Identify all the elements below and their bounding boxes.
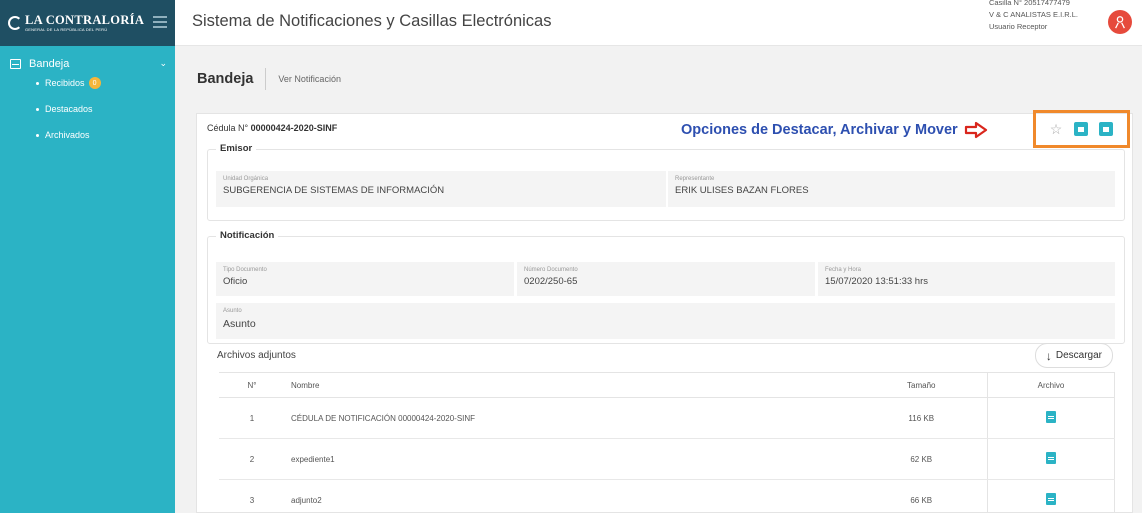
star-icon[interactable]: ☆ — [1050, 121, 1063, 138]
breadcrumb-current: Ver Notificación — [278, 74, 341, 84]
attachments-title: Archivos adjuntos — [217, 350, 296, 361]
field-value: ERIK ULISES BAZAN FLORES — [675, 185, 809, 196]
col-header-name: Nombre — [285, 372, 856, 398]
cell-file — [987, 397, 1115, 439]
field-label: Asunto — [223, 308, 242, 314]
emisor-legend: Emisor — [216, 143, 257, 154]
sidebar-item-label: Archivados — [45, 130, 90, 140]
download-button[interactable]: ↓ Descargar — [1034, 343, 1113, 368]
file-icon[interactable] — [1046, 411, 1056, 423]
options-annotation: Opciones de Destacar, Archivar y Mover — [681, 121, 988, 139]
numero-documento-field: Número Documento 0202/250-65 — [517, 262, 815, 296]
field-value: Asunto — [223, 318, 256, 330]
logo[interactable]: LA CONTRALORÍA GENERAL DE LA REPÚBLICA D… — [25, 12, 145, 33]
sidebar-section-bandeja[interactable]: Bandeja ⌄ — [0, 46, 175, 70]
menu-toggle-icon[interactable] — [153, 16, 167, 31]
file-icon[interactable] — [1046, 452, 1056, 464]
sidebar-section-label: Bandeja — [29, 58, 70, 70]
cedula-prefix: Cédula N° — [207, 123, 249, 133]
bullet-icon — [36, 81, 39, 85]
fecha-hora-field: Fecha y Hora 15/07/2020 13:51:33 hrs — [818, 262, 1115, 296]
field-value: Oficio — [223, 276, 248, 287]
table-header-row: N° Nombre Tamaño Archivo — [219, 372, 1115, 398]
user-company: V & C ANALISTAS E.I.R.L. — [988, 10, 1078, 19]
cedula-value: 00000424-2020-SINF — [250, 123, 338, 133]
user-role: Usuario Receptor — [988, 22, 1048, 31]
chevron-down-icon: ⌄ — [159, 58, 167, 68]
cell-number: 2 — [219, 438, 285, 480]
cell-size: 62 KB — [855, 438, 988, 480]
user-info: Casilla N° 20517477479 V & C ANALISTAS E… — [989, 0, 1078, 33]
emisor-section: Emisor Unidad Orgánica SUBGERENCIA DE SI… — [207, 143, 1125, 221]
notificacion-section: Notificación Tipo Documento Oficio Númer… — [207, 230, 1125, 344]
attachments-table: N° Nombre Tamaño Archivo 1 CÉDULA DE NOT… — [219, 372, 1115, 513]
download-icon: ↓ — [1045, 348, 1052, 363]
user-casilla: Casilla N° 20517477479 — [988, 0, 1070, 7]
bullet-icon — [36, 133, 39, 137]
annotation-text: Opciones de Destacar, Archivar y Mover — [681, 122, 958, 138]
cedula-number: Cédula N° 00000424-2020-SINF — [207, 123, 337, 133]
field-value: 15/07/2020 13:51:33 hrs — [825, 276, 929, 287]
table-row: 3 adjunto2 66 KB — [219, 479, 1115, 513]
file-icon[interactable] — [1046, 493, 1056, 505]
cell-size: 116 KB — [855, 397, 988, 439]
app-title: Sistema de Notificaciones y Casillas Ele… — [192, 12, 552, 30]
inbox-icon — [10, 59, 21, 69]
cell-name: adjunto2 — [285, 479, 856, 513]
breadcrumb: Bandeja Ver Notificación — [197, 68, 341, 90]
sidebar-item-archivados[interactable]: Archivados — [0, 122, 175, 148]
page-title: Bandeja — [197, 68, 267, 90]
tipo-documento-field: Tipo Documento Oficio — [216, 262, 514, 296]
sidebar: LA CONTRALORÍA GENERAL DE LA REPÚBLICA D… — [0, 0, 175, 513]
field-value: SUBGERENCIA DE SISTEMAS DE INFORMACIÓN — [223, 185, 445, 196]
logo-icon — [8, 16, 22, 30]
sidebar-item-label: Recibidos — [45, 78, 85, 88]
field-label: Tipo Documento — [223, 267, 267, 273]
arrow-right-icon — [964, 121, 987, 139]
cell-file — [987, 479, 1115, 513]
asunto-field: Asunto Asunto — [216, 303, 1115, 339]
count-badge: 0 — [88, 77, 101, 89]
field-label: Número Documento — [524, 267, 578, 273]
field-label: Representante — [675, 176, 715, 182]
bullet-icon — [36, 107, 39, 111]
field-label: Unidad Orgánica — [223, 176, 269, 182]
col-header-number: N° — [219, 372, 285, 398]
sidebar-item-label: Destacados — [45, 104, 93, 114]
col-header-file: Archivo — [987, 372, 1115, 398]
logo-title: LA CONTRALORÍA — [25, 12, 145, 27]
cell-name: expediente1 — [285, 438, 856, 480]
archive-icon[interactable] — [1099, 122, 1114, 136]
notification-card: Cédula N° 00000424-2020-SINF Opciones de… — [196, 110, 1133, 513]
notificacion-legend: Notificación — [216, 230, 279, 241]
logo-bar: LA CONTRALORÍA GENERAL DE LA REPÚBLICA D… — [0, 0, 175, 46]
table-row: 1 CÉDULA DE NOTIFICACIÓN 00000424-2020-S… — [219, 397, 1115, 439]
cell-number: 3 — [219, 479, 285, 513]
user-avatar[interactable] — [1108, 10, 1132, 34]
sidebar-item-destacados[interactable]: Destacados — [0, 96, 175, 122]
logo-subtitle: GENERAL DE LA REPÚBLICA DEL PERÚ — [25, 26, 108, 32]
cell-name: CÉDULA DE NOTIFICACIÓN 00000424-2020-SIN… — [285, 397, 856, 439]
cell-number: 1 — [219, 397, 285, 439]
cell-size: 66 KB — [855, 479, 988, 513]
sidebar-item-recibidos[interactable]: Recibidos 0 — [0, 70, 175, 96]
download-label: Descargar — [1055, 350, 1102, 361]
user-icon — [1115, 16, 1125, 29]
move-icon[interactable] — [1073, 122, 1088, 136]
table-row: 2 expediente1 62 KB — [219, 438, 1115, 480]
representante-field: Representante ERIK ULISES BAZAN FLORES — [668, 171, 1115, 207]
field-label: Fecha y Hora — [825, 267, 862, 273]
actions-highlight: ☆ — [1033, 110, 1130, 148]
field-value: 0202/250-65 — [524, 276, 578, 287]
col-header-size: Tamaño — [855, 372, 988, 398]
top-header: Sistema de Notificaciones y Casillas Ele… — [175, 0, 1142, 46]
cell-file — [987, 438, 1115, 480]
unidad-field: Unidad Orgánica SUBGERENCIA DE SISTEMAS … — [216, 171, 666, 207]
